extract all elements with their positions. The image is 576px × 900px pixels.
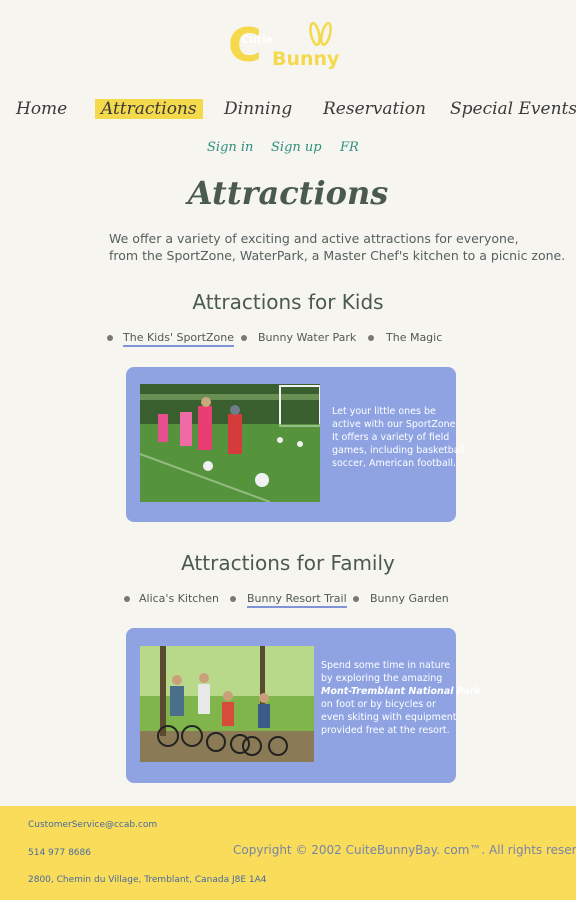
tab-bunny-garden[interactable]: Bunny Garden (370, 592, 449, 605)
card-text-line: on foot or by bicycles or (321, 699, 436, 710)
tab-bunny-water-park[interactable]: Bunny Water Park (258, 331, 356, 344)
footer-email-link[interactable]: CustomerService@ccab.com (28, 820, 157, 830)
card-text-line: provided free at the resort. (321, 725, 450, 736)
card-text-line: Mont-Tremblant National Park (321, 686, 481, 697)
kids-attraction-card: Let your little ones be active with our … (126, 367, 468, 522)
kids-section-title: Attractions for Kids (192, 290, 384, 314)
kids-card-description: Let your little ones be active with our … (332, 405, 468, 470)
footer-address: 2800, Chemin du Village, Tremblant, Cana… (28, 875, 267, 885)
family-cycling-photo (140, 646, 314, 762)
card-text-line: soccer, American football. (332, 458, 457, 469)
card-text-line: games, including basketball, (332, 445, 468, 456)
bullet-icon (107, 335, 113, 341)
intro-line: from the SportZone, WaterPark, a Master … (109, 248, 566, 263)
card-text-line: Let your little ones be (332, 406, 436, 417)
intro-line: We offer a variety of exciting and activ… (109, 231, 519, 246)
nav-dinning[interactable]: Dinning (224, 99, 292, 119)
logo-cutie-text: Cutie (241, 33, 274, 46)
footer-phone: 514 977 8686 (28, 848, 91, 858)
nav-home[interactable]: Home (16, 99, 67, 119)
site-logo[interactable]: C Cutie Bunny (228, 22, 340, 70)
card-text-line: It offers a variety of field (332, 432, 450, 443)
nav-special-events[interactable]: Special Events (450, 99, 576, 119)
kids-soccer-photo (140, 384, 320, 502)
card-text-line: by exploring the amazing (321, 673, 443, 684)
bullet-icon (241, 335, 247, 341)
logo-bunny-text: Bunny (272, 48, 340, 70)
language-link[interactable]: FR (340, 140, 359, 155)
tab-alicas-kitchen[interactable]: Alica's Kitchen (139, 592, 219, 605)
card-text-line: Spend some time in nature (321, 660, 451, 671)
nav-reservation[interactable]: Reservation (323, 99, 426, 119)
footer-copyright: Copyright © 2002 CuiteBunnyBay. com™. Al… (233, 843, 576, 857)
family-section-title: Attractions for Family (181, 551, 395, 575)
bullet-icon (124, 596, 130, 602)
card-text-line: active with our SportZone. (332, 419, 459, 430)
family-attraction-card: Spend some time in nature by exploring t… (126, 628, 481, 783)
sign-in-link[interactable]: Sign in (207, 140, 253, 155)
card-text-line: even skiting with equipment (321, 712, 457, 723)
page-title: Attractions (187, 174, 389, 212)
bunny-ears-icon (309, 22, 332, 47)
bullet-icon (230, 596, 236, 602)
bullet-icon (368, 335, 374, 341)
tab-kids-sportzone[interactable]: The Kids' SportZone (123, 331, 234, 347)
tab-bunny-resort-trail[interactable]: Bunny Resort Trail (247, 592, 347, 608)
tab-the-magic[interactable]: The Magic (386, 331, 442, 344)
nav-attractions[interactable]: Attractions (95, 99, 203, 119)
sign-up-link[interactable]: Sign up (271, 140, 322, 155)
intro-text: We offer a variety of exciting and activ… (109, 230, 566, 264)
family-card-description: Spend some time in nature by exploring t… (321, 659, 481, 737)
footer: CustomerService@ccab.com 514 977 8686 28… (0, 806, 576, 900)
bullet-icon (353, 596, 359, 602)
